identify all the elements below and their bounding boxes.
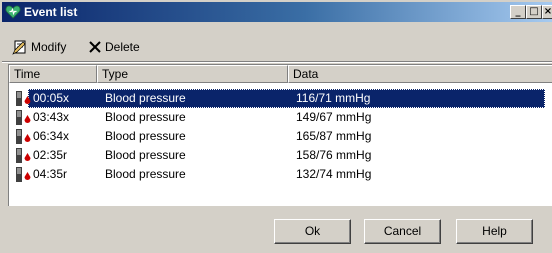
table-row[interactable]: 03:43x Blood pressure 149/67 mmHg (9, 108, 552, 127)
event-type: Blood pressure (105, 148, 186, 162)
help-label: Help (482, 224, 507, 238)
event-type: Blood pressure (105, 110, 186, 124)
event-time: 00:05x (33, 91, 70, 105)
column-header-data-label: Data (293, 67, 319, 81)
delete-label: Delete (105, 40, 140, 54)
column-header-time[interactable]: Time (9, 65, 97, 83)
close-button[interactable]: × (542, 5, 552, 19)
blood-pressure-event-icon (16, 129, 31, 144)
toolbar: Modify Delete (2, 25, 552, 61)
blood-pressure-event-icon (16, 91, 31, 106)
minimize-icon: _ (515, 6, 521, 17)
column-header-type[interactable]: Type (97, 65, 288, 83)
event-type: Blood pressure (105, 167, 186, 181)
blood-pressure-event-icon (16, 148, 31, 163)
event-data: 165/87 mmHg (296, 129, 372, 143)
modify-label: Modify (31, 40, 67, 54)
window-title: Event list (24, 5, 78, 19)
column-header-data[interactable]: Data (288, 65, 552, 83)
close-icon: × (543, 6, 552, 17)
event-type: Blood pressure (105, 129, 186, 143)
table-row[interactable]: 04:35r Blood pressure 132/74 mmHg (9, 165, 552, 184)
modify-icon (12, 40, 26, 55)
maximize-button[interactable]: □ (526, 5, 542, 19)
modify-button[interactable]: Modify (12, 38, 66, 56)
heart-icon (5, 5, 21, 19)
help-button[interactable]: Help (456, 219, 533, 244)
event-data: 116/71 mmHg (296, 91, 371, 105)
maximize-icon: □ (529, 6, 539, 17)
event-list-window: Event list _ □ × Modify Delete Time Type… (0, 0, 552, 253)
event-list[interactable]: Time Type Data 00:05x Blood pressure 116… (8, 64, 552, 206)
event-time: 03:43x (33, 110, 70, 124)
cancel-label: Cancel (383, 224, 422, 238)
column-header-time-label: Time (14, 67, 41, 81)
table-row[interactable]: 06:34x Blood pressure 165/87 mmHg (9, 127, 552, 146)
title-bar[interactable]: Event list _ □ × (2, 2, 552, 22)
delete-button[interactable]: Delete (88, 38, 140, 56)
toolbar-separator (2, 61, 552, 63)
table-row[interactable]: 02:35r Blood pressure 158/76 mmHg (9, 146, 552, 165)
event-type: Blood pressure (105, 91, 186, 105)
ok-button[interactable]: Ok (274, 219, 351, 244)
table-row[interactable]: 00:05x Blood pressure 116/71 mmHg (9, 89, 552, 108)
minimize-button[interactable]: _ (510, 5, 526, 19)
event-time: 04:35r (33, 167, 68, 181)
blood-pressure-event-icon (16, 167, 31, 182)
event-data: 132/74 mmHg (296, 167, 372, 181)
event-time: 06:34x (33, 129, 70, 143)
event-time: 02:35r (33, 148, 68, 162)
ok-label: Ok (304, 224, 321, 238)
event-data: 158/76 mmHg (296, 148, 372, 162)
cancel-button[interactable]: Cancel (364, 219, 441, 244)
delete-icon (89, 41, 101, 53)
blood-pressure-event-icon (16, 110, 31, 125)
column-header-type-label: Type (102, 67, 129, 81)
event-data: 149/67 mmHg (296, 110, 372, 124)
